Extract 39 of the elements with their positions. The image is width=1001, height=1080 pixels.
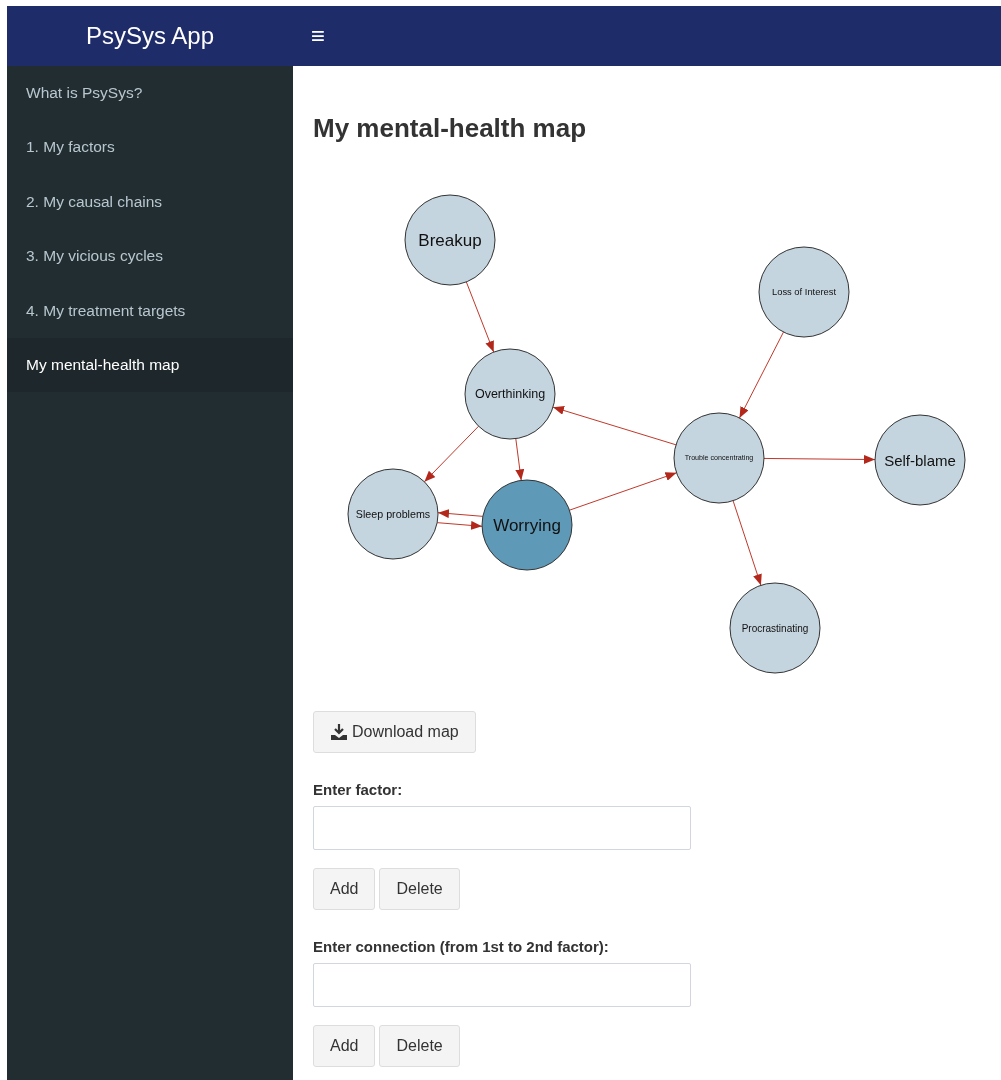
- node[interactable]: [874, 414, 966, 506]
- sidebar-item[interactable]: What is PsySys?: [7, 66, 293, 121]
- node-label: Self-blame: [884, 451, 956, 469]
- delete-button[interactable]: Delete: [379, 868, 460, 910]
- add-button[interactable]: Add: [313, 1025, 376, 1067]
- sidebar-item[interactable]: My mental-health map: [7, 337, 293, 393]
- node-label: Breakup: [418, 230, 482, 250]
- field-label: Enter connection (from 1st to 2nd factor):: [313, 938, 610, 955]
- node-label: Sleep problems: [355, 508, 431, 520]
- node[interactable]: [464, 348, 556, 440]
- download-icon: [330, 723, 348, 741]
- arrow: [437, 509, 484, 519]
- node-label: Worrying: [493, 515, 561, 535]
- input-field[interactable]: [313, 963, 691, 1007]
- node[interactable]: [673, 412, 765, 504]
- arrow: [465, 281, 495, 353]
- app-title: PsySys App: [84, 22, 216, 50]
- sidebar-item[interactable]: 1. My factors: [7, 120, 293, 175]
- node-label: Overthinking: [474, 387, 546, 401]
- node-label: Loss of Interest: [772, 287, 836, 297]
- arrow: [436, 520, 483, 530]
- field-label: Enter factor:: [313, 781, 404, 798]
- menu-icon[interactable]: ≡: [311, 22, 325, 50]
- input-field[interactable]: [313, 806, 691, 850]
- arrow: [423, 425, 480, 483]
- sidebar-item[interactable]: 2. My causal chains: [7, 174, 293, 230]
- node-label: Procrastinating: [741, 622, 809, 634]
- page-heading: My mental-health map: [313, 112, 588, 145]
- node[interactable]: [481, 479, 573, 571]
- download-button[interactable]: Download map: [313, 711, 476, 753]
- node[interactable]: [404, 194, 496, 286]
- sidebar-item[interactable]: 4. My treatment targets: [7, 283, 293, 338]
- arrow: [515, 438, 525, 481]
- add-button[interactable]: Add: [313, 868, 376, 910]
- node[interactable]: [347, 468, 439, 560]
- node[interactable]: [758, 246, 850, 338]
- sidebar-item[interactable]: 3. My vicious cycles: [7, 229, 293, 284]
- node[interactable]: [729, 582, 821, 674]
- delete-button[interactable]: Delete: [379, 1025, 460, 1067]
